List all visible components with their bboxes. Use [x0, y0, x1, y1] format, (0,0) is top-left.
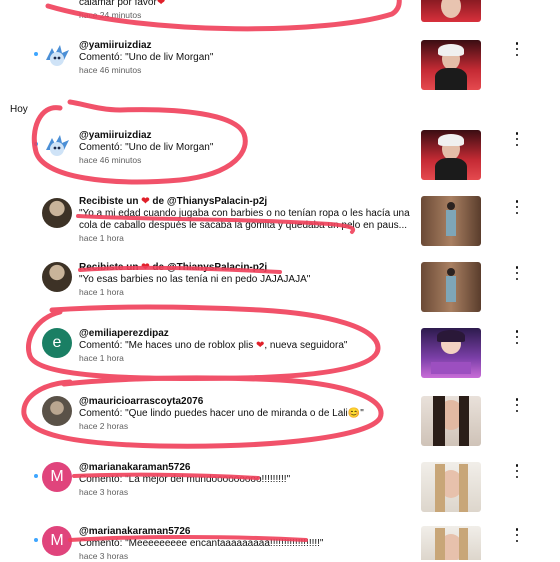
notification-item[interactable]: e @emiliaperezdipaz Comentó: "Me haces u… — [0, 326, 560, 382]
avatar[interactable] — [42, 40, 72, 70]
comment-text: Comentó: "Meeeeeeeee encantaaaaaaaaa!!!!… — [79, 538, 324, 549]
username[interactable]: @marianakaraman5726 — [79, 526, 411, 538]
timestamp: hace 1 hora — [79, 233, 124, 243]
unread-dot — [34, 474, 38, 478]
username[interactable]: @yamiiruizdiaz — [79, 40, 411, 52]
unread-dot — [34, 538, 38, 542]
video-thumbnail[interactable] — [421, 396, 481, 446]
avatar[interactable] — [42, 130, 72, 160]
avatar[interactable]: M — [42, 462, 72, 492]
smiley-icon: 😊 — [347, 408, 361, 419]
comment-text: "Yo a mi edad cuando jugaba con barbies … — [79, 208, 410, 231]
unread-dot — [34, 142, 38, 146]
avatar-letter: M — [50, 532, 64, 549]
video-thumbnail[interactable] — [421, 130, 481, 180]
username[interactable]: @emiliaperezdipaz — [79, 328, 411, 340]
video-thumbnail[interactable] — [421, 0, 481, 22]
avatar[interactable]: e — [42, 328, 72, 358]
notification-item[interactable]: @mauricioarrascoyta2076 Comentó: "Que li… — [0, 394, 560, 450]
blue-cartoon-avatar-icon — [42, 130, 72, 160]
notification-item[interactable]: M @marianakaraman5726 Comentó: "Meeeeeee… — [0, 524, 560, 561]
timestamp: hace 2 horas — [79, 421, 129, 431]
video-thumbnail[interactable] — [421, 40, 481, 90]
unread-dot — [34, 52, 38, 56]
more-options-icon[interactable] — [512, 42, 522, 56]
notification-item[interactable]: @yamiiruizdiaz Comentó: "Uno de liv Morg… — [0, 128, 560, 184]
more-options-icon[interactable] — [512, 266, 522, 280]
avatar-letter: e — [52, 334, 62, 351]
video-thumbnail[interactable] — [421, 462, 481, 512]
notification-item-partial[interactable]: calamar por favor❤ hace 24 minutos — [0, 0, 560, 26]
more-options-icon[interactable] — [512, 200, 522, 214]
more-options-icon[interactable] — [512, 330, 522, 344]
comment-text: Comentó: "Uno de liv Morgan" — [79, 52, 214, 63]
comment-text: Comentó: "Me haces uno de roblox plis ❤,… — [79, 340, 348, 351]
more-options-icon[interactable] — [512, 398, 522, 412]
timestamp: hace 3 horas — [79, 551, 129, 561]
avatar[interactable] — [42, 396, 72, 426]
comment-text: Comentó: "La mejor del mundooooooooo!!!!… — [79, 474, 291, 485]
blue-cartoon-avatar-icon — [42, 40, 72, 70]
timestamp: hace 24 minutos — [79, 10, 142, 20]
avatar[interactable]: M — [42, 526, 72, 556]
comment-text: "Yo esas barbies no las tenía ni en pedo… — [79, 274, 311, 285]
avatar-letter: M — [50, 468, 64, 485]
more-options-icon[interactable] — [512, 132, 522, 146]
heart-icon: ❤ — [156, 0, 166, 8]
more-options-icon[interactable] — [512, 528, 522, 542]
heart-icon: ❤ — [141, 196, 150, 207]
notification-item[interactable]: M @marianakaraman5726 Comentó: "La mejor… — [0, 460, 560, 516]
username[interactable]: @yamiiruizdiaz — [79, 130, 411, 142]
comment-text: Comentó: "Que lindo puedes hacer uno de … — [79, 408, 364, 419]
timestamp: hace 46 minutos — [79, 155, 142, 165]
video-thumbnail[interactable] — [421, 196, 481, 246]
notification-item[interactable]: @yamiiruizdiaz Comentó: "Uno de liv Morg… — [0, 38, 560, 94]
username[interactable]: @mauricioarrascoyta2076 — [79, 396, 411, 408]
video-thumbnail[interactable] — [421, 328, 481, 378]
notification-item[interactable]: Recibiste un ❤ de @ThianysPalacin-p2j "Y… — [0, 196, 560, 252]
like-notification-title: Recibiste un ❤ de @ThianysPalacin-p2j — [79, 196, 268, 207]
like-notification-title: Recibiste un ❤ de @ThianysPalacin-p2j — [79, 262, 268, 273]
comment-text: Comentó: "Uno de liv Morgan" — [79, 142, 214, 153]
timestamp: hace 1 hora — [79, 287, 124, 297]
avatar[interactable] — [42, 262, 72, 292]
video-thumbnail[interactable] — [421, 526, 481, 560]
timestamp: hace 1 hora — [79, 353, 124, 363]
timestamp: hace 3 horas — [79, 487, 129, 497]
comment-text: calamar por favor❤ — [79, 0, 411, 9]
heart-icon: ❤ — [141, 262, 150, 273]
more-options-icon[interactable] — [512, 464, 522, 478]
section-header-today: Hoy — [10, 104, 28, 115]
video-thumbnail[interactable] — [421, 262, 481, 312]
notification-item[interactable]: Recibiste un ❤ de @ThianysPalacin-p2j "Y… — [0, 262, 560, 312]
timestamp: hace 46 minutos — [79, 65, 142, 75]
username[interactable]: @marianakaraman5726 — [79, 462, 411, 474]
avatar[interactable] — [42, 198, 72, 228]
